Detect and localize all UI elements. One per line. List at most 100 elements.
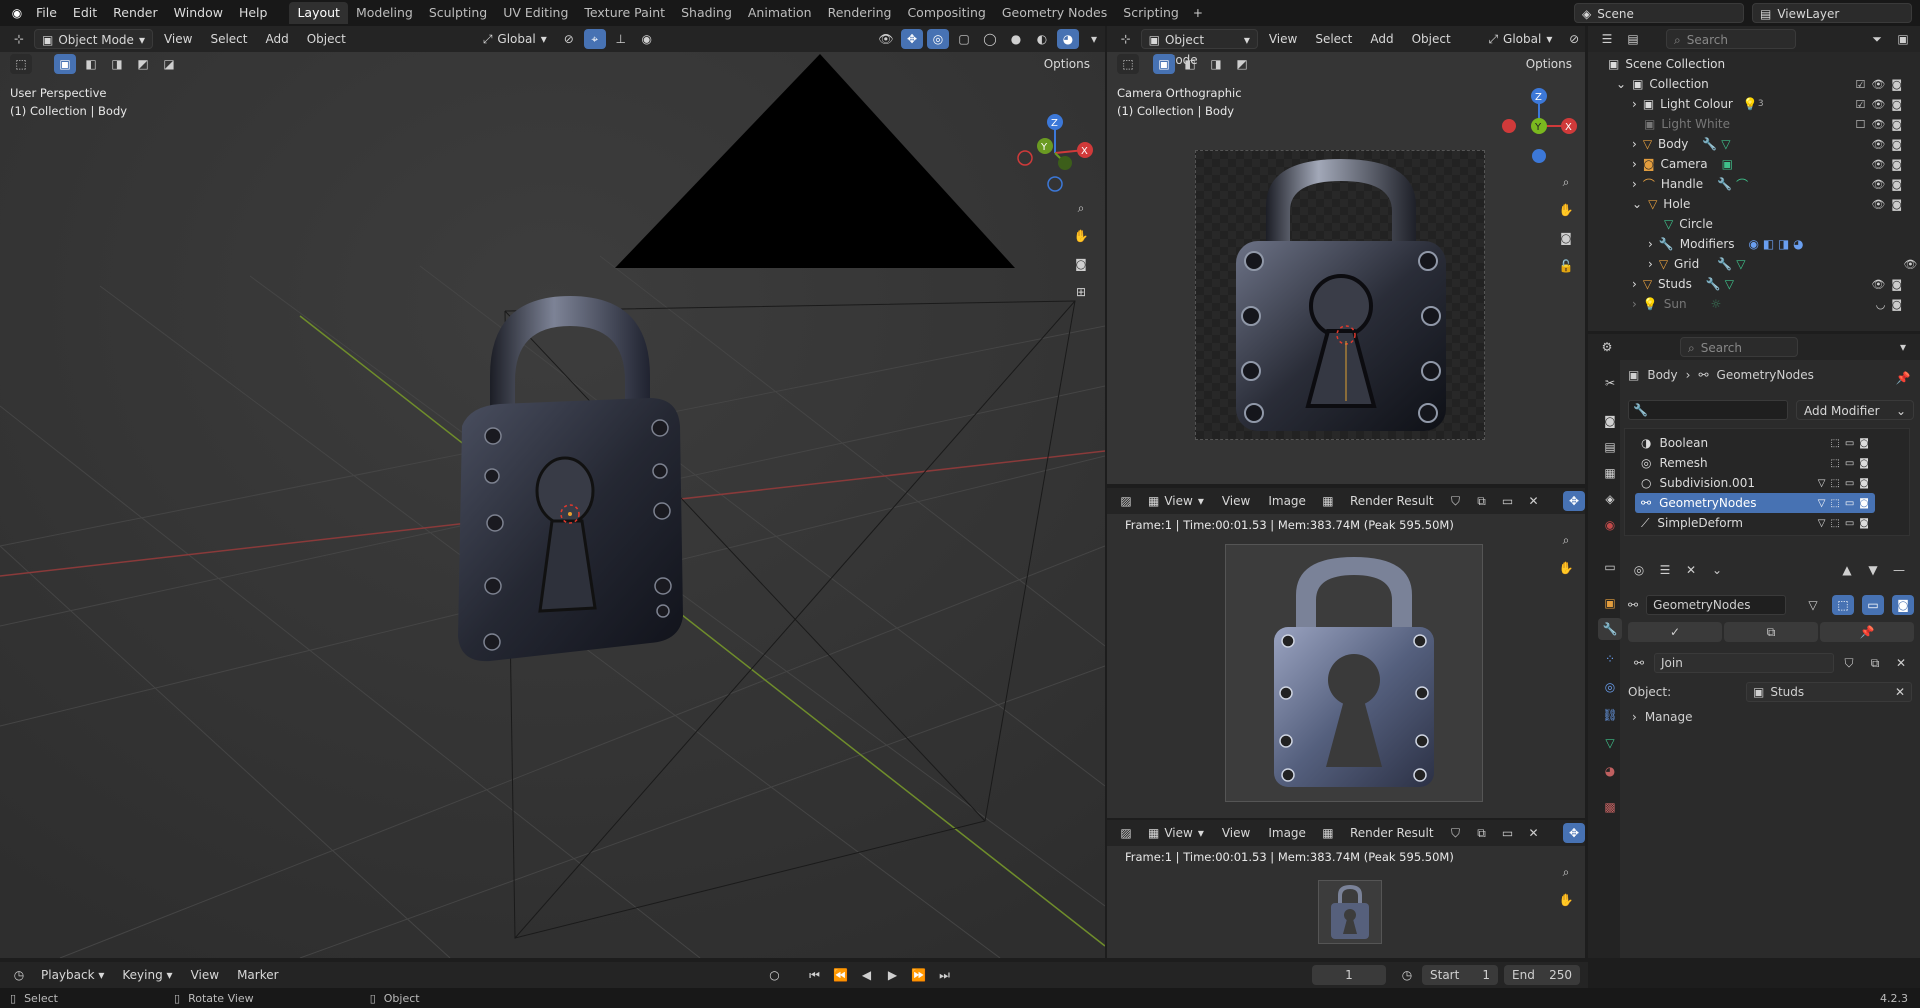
outliner-search-input[interactable]: ⌕ Search <box>1666 29 1796 49</box>
solid-shading-icon[interactable]: ● <box>1005 29 1027 49</box>
menu-select[interactable]: Select <box>1308 29 1359 49</box>
render-icon[interactable]: ◙ <box>1859 478 1869 489</box>
menu-window[interactable]: Window <box>166 3 231 23</box>
grid-ortho-icon[interactable]: ⊞ <box>1070 282 1092 302</box>
tab-texture-paint[interactable]: Texture Paint <box>576 2 673 24</box>
menu-help[interactable]: Help <box>231 3 276 23</box>
eye-icon[interactable]: 👁 <box>1871 198 1885 211</box>
material-shading-icon[interactable]: ◐ <box>1031 29 1053 49</box>
node-tree-icon[interactable]: ⚯ <box>1628 653 1650 673</box>
eye-icon[interactable]: 👁 <box>1871 98 1885 111</box>
overlays-icon[interactable]: ◎ <box>927 29 949 49</box>
jump-end-icon[interactable]: ⏭ <box>934 965 956 985</box>
zoom-icon[interactable]: ⌕ <box>1070 198 1092 218</box>
camera-icon[interactable]: ◙ <box>1891 198 1902 211</box>
render-tab-icon[interactable]: ◙ <box>1598 410 1622 432</box>
blender-logo-icon[interactable]: ◉ <box>6 3 28 23</box>
gizmo-toggle-icon[interactable]: ✥ <box>1563 823 1585 843</box>
outliner-row-camera[interactable]: › ◙ Camera ▣ 👁 ◙ <box>1632 154 1920 174</box>
camera-icon[interactable]: ◙ <box>1891 298 1902 311</box>
physics-tab-icon[interactable]: ◎ <box>1598 676 1622 698</box>
realtime-icon[interactable]: ▭ <box>1845 478 1854 489</box>
unlink-icon[interactable]: ✕ <box>1890 653 1912 673</box>
rendered-shading-icon[interactable]: ◕ <box>1057 29 1079 49</box>
snap-icon[interactable]: ⌖ <box>583 29 606 49</box>
options-button[interactable]: Options <box>1519 54 1579 74</box>
select-subtract-icon[interactable]: ◨ <box>106 54 128 74</box>
auto-keying-icon[interactable]: ○ <box>764 965 786 985</box>
pan-hand-icon[interactable]: ✋ <box>1070 226 1092 246</box>
realtime-icon[interactable]: ▭ <box>1845 518 1854 529</box>
outliner-row-sun[interactable]: › 💡 Sun ☼ ◡ ◙ <box>1632 294 1920 314</box>
navigation-gizmo[interactable]: Z X Y <box>1010 108 1100 198</box>
pin-icon[interactable]: 📌 <box>1820 622 1914 642</box>
modifier-item-remesh[interactable]: ◎ Remesh ⬚ ▭ ◙ <box>1635 453 1875 473</box>
editor-type-icon[interactable]: ⊹ <box>8 29 30 49</box>
camera-icon[interactable]: ◙ <box>1891 178 1902 191</box>
prev-keyframe-icon[interactable]: ⏪ <box>830 965 852 985</box>
add-modifier-button[interactable]: Add Modifier ⌄ <box>1796 400 1914 420</box>
select-extend-icon[interactable]: ◧ <box>80 54 102 74</box>
manage-panel[interactable]: › Manage <box>1632 710 1692 724</box>
editor-type-icon[interactable]: ▨ <box>1115 823 1137 843</box>
cage-icon[interactable]: ▽ <box>1818 498 1826 509</box>
tab-scripting[interactable]: Scripting <box>1115 2 1187 24</box>
open-image-icon[interactable]: ▭ <box>1497 491 1519 511</box>
tab-modeling[interactable]: Modeling <box>348 2 421 24</box>
tab-uv-editing[interactable]: UV Editing <box>495 2 576 24</box>
apply-check-icon[interactable]: ✓ <box>1628 622 1722 642</box>
editmode-icon[interactable]: ⬚ <box>1830 518 1839 529</box>
menu-chevron-icon[interactable]: ⌄ <box>1706 560 1728 580</box>
select-intersect-icon[interactable]: ◪ <box>158 54 180 74</box>
editmode-icon[interactable]: ⬚ <box>1832 595 1855 615</box>
pan-hand-icon[interactable]: ✋ <box>1555 558 1577 578</box>
outliner-row-light-white[interactable]: ▣ Light White ☐ 👁 ◙ <box>1644 114 1920 134</box>
editmode-icon[interactable]: ⬚ <box>1830 478 1839 489</box>
image-editor-2[interactable]: ▨ ▦ View ▾ View Image ▦ Render Result ⛉ ⧉ … <box>1107 820 1585 958</box>
output-tab-icon[interactable]: ▤ <box>1598 436 1622 458</box>
render-icon[interactable]: ◙ <box>1859 518 1869 529</box>
scene-selector[interactable]: ◈ Scene <box>1574 3 1744 23</box>
shading-options-icon[interactable]: ▾ <box>1083 29 1105 49</box>
tool-tab-icon[interactable]: ✂ <box>1598 372 1622 394</box>
realtime-icon[interactable]: ▭ <box>1845 458 1854 469</box>
editor-type-icon[interactable]: ▨ <box>1115 491 1137 511</box>
eye-closed-icon[interactable]: ◡ <box>1876 298 1886 311</box>
node-group-name-field[interactable]: Join <box>1654 653 1834 673</box>
menu-edit[interactable]: Edit <box>65 3 105 23</box>
eye-icon[interactable]: 👁 <box>1871 278 1885 291</box>
render-icon[interactable]: ◙ <box>1859 458 1869 469</box>
cage-icon[interactable]: ▽ <box>1818 478 1826 489</box>
object-tab-icon[interactable]: ▣ <box>1598 592 1622 614</box>
tab-sculpting[interactable]: Sculpting <box>421 2 495 24</box>
pivot-icon[interactable]: ⊘ <box>558 29 580 49</box>
show-expanded-icon[interactable]: ◎ <box>1628 560 1650 580</box>
image-name-field[interactable]: Render Result <box>1343 491 1441 511</box>
wireframe-shading-icon[interactable]: ◯ <box>979 29 1001 49</box>
snap-target-icon[interactable]: ⊥ <box>610 29 632 49</box>
checkbox-icon[interactable]: ☑ <box>1855 78 1865 91</box>
outliner-row-studs[interactable]: › ▽ Studs 🔧 ▽ 👁 ◙ <box>1632 274 1920 294</box>
realtime-icon[interactable]: ▭ <box>1845 498 1854 509</box>
editor-type-icon[interactable]: ☰ <box>1596 29 1618 49</box>
eye-icon[interactable]: 👁 <box>1871 158 1885 171</box>
chevron-down-icon[interactable]: ▾ <box>1892 337 1914 357</box>
outliner-row-scene-collection[interactable]: ▣ Scene Collection <box>1608 54 1908 74</box>
menu-view[interactable]: View <box>1215 491 1257 511</box>
jump-start-icon[interactable]: ⏮ <box>804 965 826 985</box>
menu-view[interactable]: View <box>1262 29 1304 49</box>
gizmo-toggle-icon[interactable]: ✥ <box>901 29 923 49</box>
remove-modifier-icon[interactable]: — <box>1888 560 1910 580</box>
current-frame-field[interactable]: 1 <box>1312 965 1386 985</box>
pan-hand-icon[interactable]: ✋ <box>1555 890 1577 910</box>
collection-tab-icon[interactable]: ▭ <box>1598 556 1622 578</box>
editor-type-icon[interactable]: ⊹ <box>1115 29 1137 49</box>
world-tab-icon[interactable]: ◉ <box>1598 514 1622 536</box>
menu-view[interactable]: View <box>1215 823 1257 843</box>
transform-orientation-dropdown[interactable]: ⤢ Global ▾ <box>1481 29 1559 49</box>
viewport-3d-camera[interactable]: Camera Orthographic (1) Collection | Bod… <box>1107 26 1585 484</box>
menu-render[interactable]: Render <box>105 3 166 23</box>
render-icon[interactable]: ◙ <box>1859 438 1869 449</box>
tab-layout[interactable]: Layout <box>289 2 348 24</box>
modifier-item-subdivision[interactable]: ○ Subdivision.001 ▽ ⬚ ▭ ◙ <box>1635 473 1875 493</box>
